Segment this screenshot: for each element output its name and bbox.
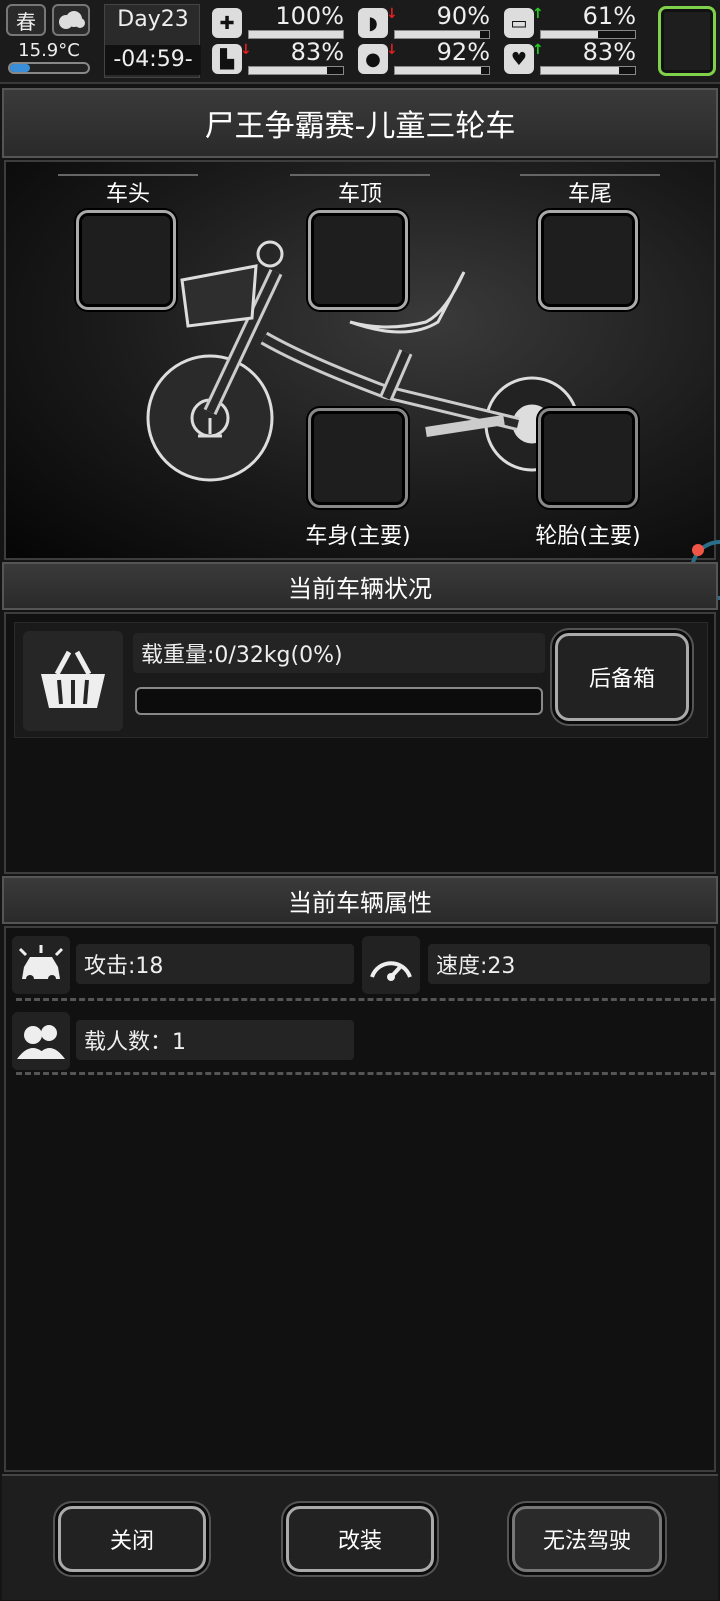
slot-top[interactable] xyxy=(308,210,408,310)
car-attack-icon xyxy=(12,936,70,994)
stamina-value: 83% xyxy=(290,38,344,66)
day-counter: Day23 xyxy=(117,7,189,32)
thirst-stat: ● ↓ 92% xyxy=(358,38,498,78)
vehicle-attributes-panel: 攻击:18 速度:23 载人数：1 xyxy=(4,926,716,1472)
temperature-text: 15.9°C xyxy=(18,40,80,61)
time-display: -04:59- xyxy=(105,45,201,75)
basket-icon xyxy=(23,631,123,731)
heart-icon: ♥ xyxy=(504,44,534,74)
status-hud: 春 15.9°C Day23 -04:59- ✚ 100% ◗ ↓ 90% ▭ … xyxy=(0,0,720,84)
load-progress-bar xyxy=(135,687,543,715)
season-label: 春 xyxy=(16,9,36,34)
page-title: 尸王争霸赛-儿童三轮车 xyxy=(2,88,718,158)
health-stat: ✚ 100% xyxy=(212,2,352,42)
trunk-button[interactable]: 后备箱 xyxy=(555,633,689,721)
hunger-bar xyxy=(395,31,480,38)
game-root: 春 15.9°C Day23 -04:59- ✚ 100% ◗ ↓ 90% ▭ … xyxy=(0,0,720,1601)
medkit-icon: ✚ xyxy=(212,8,242,38)
notification-dot xyxy=(692,544,704,556)
energy-bar xyxy=(541,31,599,38)
vehicle-status-header: 当前车辆状况 xyxy=(2,562,718,610)
thirst-value: 92% xyxy=(436,38,490,66)
hunger-value: 90% xyxy=(436,2,490,30)
vehicle-diagram: 车头 车顶 车尾 车身(主要) 轮胎(主要) xyxy=(4,160,716,560)
clock-panel: Day23 -04:59- xyxy=(104,4,201,78)
stamina-down-arrow-icon: ↓ xyxy=(240,42,252,58)
health-bar xyxy=(249,31,343,38)
load-capacity-text: 载重量:0/32kg(0%) xyxy=(133,633,545,673)
close-button[interactable]: 关闭 xyxy=(58,1506,206,1572)
thirst-down-arrow-icon: ↓ xyxy=(386,42,398,58)
equipment-slot-button[interactable] xyxy=(658,6,716,76)
stomach-icon: ◗ xyxy=(358,8,388,38)
modify-button[interactable]: 改装 xyxy=(286,1506,434,1572)
speedometer-icon xyxy=(362,936,420,994)
energy-stat: ▭ ↑ 61% xyxy=(504,2,644,42)
divider xyxy=(16,998,716,1001)
slot-head[interactable] xyxy=(76,210,176,310)
slot-label-tail: 车尾 xyxy=(520,174,660,208)
stamina-bar xyxy=(249,67,328,74)
vehicle-status-panel: 载重量:0/32kg(0%) 后备箱 xyxy=(4,612,716,874)
speed-value: 速度:23 xyxy=(428,944,710,984)
energy-value: 61% xyxy=(582,2,636,30)
divider xyxy=(16,1072,716,1075)
hunger-stat: ◗ ↓ 90% xyxy=(358,2,498,42)
mood-bar xyxy=(541,67,620,74)
load-row: 载重量:0/32kg(0%) 后备箱 xyxy=(14,622,708,738)
slot-tire[interactable] xyxy=(538,408,638,508)
energy-up-arrow-icon: ↑ xyxy=(532,6,544,22)
weather-icon xyxy=(52,4,90,36)
stamina-stat: ▙ ↓ 83% xyxy=(212,38,352,78)
thirst-bar xyxy=(395,67,482,74)
water-drop-icon: ● xyxy=(358,44,388,74)
pill-icon: ▭ xyxy=(504,8,534,38)
health-value: 100% xyxy=(275,2,344,30)
attack-value: 攻击:18 xyxy=(76,944,354,984)
footer-bar: 关闭 改装 无法驾驶 xyxy=(2,1474,718,1600)
season-badge: 春 xyxy=(6,4,46,36)
vehicle-attributes-header: 当前车辆属性 xyxy=(2,876,718,924)
hunger-down-arrow-icon: ↓ xyxy=(386,6,398,22)
slot-body[interactable] xyxy=(308,408,408,508)
temperature-gauge xyxy=(8,62,90,74)
drive-button[interactable]: 无法驾驶 xyxy=(512,1506,662,1572)
passengers-icon xyxy=(12,1012,70,1070)
slot-label-head: 车头 xyxy=(58,174,198,208)
mood-value: 83% xyxy=(582,38,636,66)
boot-icon: ▙ xyxy=(212,44,242,74)
mood-stat: ♥ ↑ 83% xyxy=(504,38,644,78)
slot-label-body: 车身(主要) xyxy=(305,524,411,549)
slot-label-tire: 轮胎(主要) xyxy=(535,524,641,549)
slot-label-top: 车顶 xyxy=(290,174,430,208)
passenger-count: 载人数：1 xyxy=(76,1020,354,1060)
slot-tail[interactable] xyxy=(538,210,638,310)
mood-up-arrow-icon: ↑ xyxy=(532,42,544,58)
